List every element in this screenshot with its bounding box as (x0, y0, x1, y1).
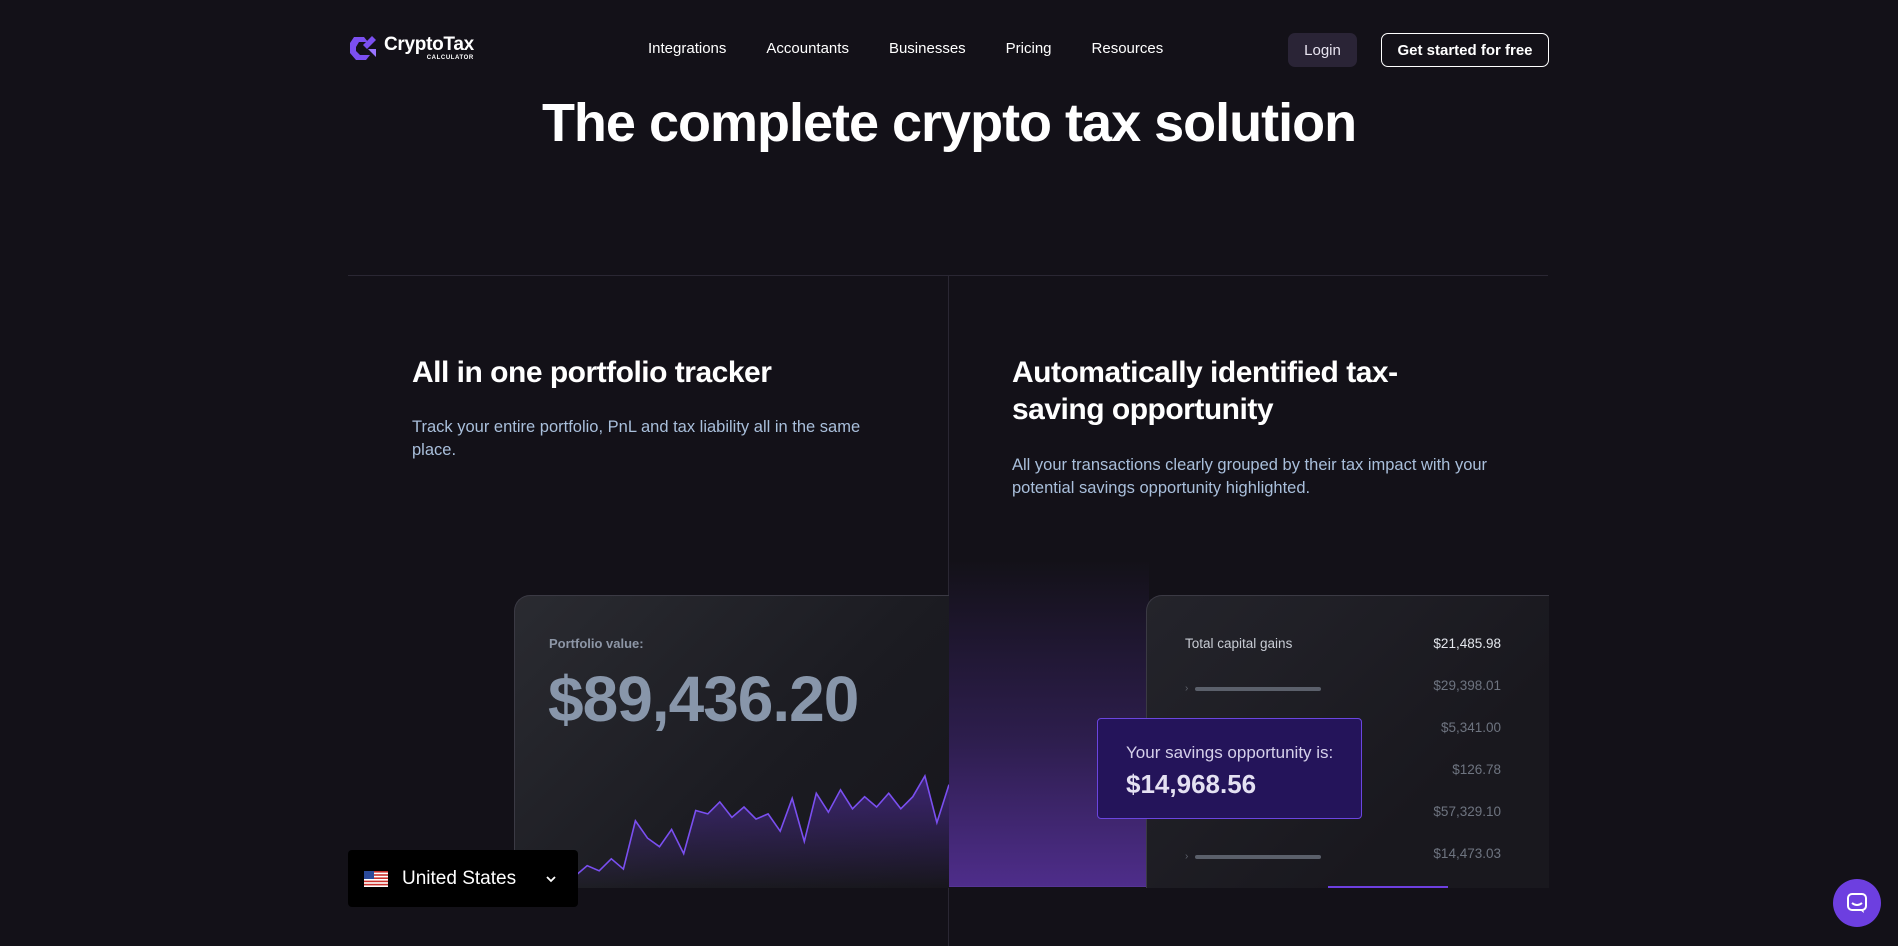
hero-title: The complete crypto tax solution (541, 93, 1357, 153)
country-name: United States (402, 868, 517, 889)
card-accent-line (1328, 886, 1448, 888)
nav-pricing[interactable]: Pricing (1006, 40, 1052, 57)
brand-subtitle: CALCULATOR (426, 55, 474, 61)
gain-row-value: $29,398.01 (1433, 678, 1501, 693)
feature-title-portfolio: All in one portfolio tracker (412, 356, 772, 389)
gain-row[interactable]: › $14,473.03 (1185, 846, 1501, 866)
main-menu: Integrations Accountants Businesses Pric… (648, 40, 1163, 57)
gain-row-bar: › (1185, 851, 1322, 862)
chat-launcher-button[interactable] (1833, 879, 1881, 927)
nav-businesses[interactable]: Businesses (889, 40, 966, 57)
portfolio-value: $89,436.20 (548, 663, 859, 735)
total-capital-gains-row: Total capital gains $21,485.98 (1185, 636, 1501, 656)
us-flag-icon (364, 871, 388, 887)
nav-accountants[interactable]: Accountants (766, 40, 849, 57)
portfolio-card: Portfolio value: $89,436.20 (514, 595, 949, 888)
brand-name: CryptoTax (384, 34, 474, 55)
gain-row-value: $57,329.10 (1433, 804, 1501, 819)
top-navigation: CryptoTax CALCULATOR Integrations Accoun… (0, 0, 1898, 100)
nav-integrations[interactable]: Integrations (648, 40, 726, 57)
gain-row-bar: › (1185, 683, 1322, 694)
chevron-down-icon (546, 876, 556, 883)
gain-row-value: $14,473.03 (1433, 846, 1501, 861)
country-selector[interactable]: United States (348, 850, 578, 907)
login-button[interactable]: Login (1288, 33, 1357, 67)
chevron-right-icon: › (1185, 851, 1189, 862)
feature-desc-portfolio: Track your entire portfolio, PnL and tax… (412, 418, 861, 459)
gain-row-value: $5,341.00 (1440, 720, 1501, 735)
feature-title-savings: Automatically identified tax-saving oppo… (1012, 356, 1398, 426)
chevron-right-icon: › (1185, 683, 1189, 694)
portfolio-value-label: Portfolio value: (549, 636, 644, 651)
chat-icon (1847, 893, 1867, 913)
gain-row[interactable]: › $29,398.01 (1185, 678, 1501, 698)
feature-desc-savings: All your transactions clearly grouped by… (1012, 456, 1488, 497)
nav-resources[interactable]: Resources (1092, 40, 1164, 57)
logo-mark-icon (350, 36, 376, 60)
savings-label: Your savings opportunity is: (1126, 743, 1334, 762)
total-capital-gains-value: $21,485.98 (1433, 636, 1501, 651)
gain-row-value: $126.78 (1452, 762, 1501, 777)
logo[interactable]: CryptoTax CALCULATOR (348, 33, 474, 63)
portfolio-sparkline (550, 773, 949, 888)
savings-value: $14,968.56 (1126, 769, 1257, 799)
total-capital-gains-label: Total capital gains (1185, 636, 1293, 651)
savings-opportunity-card: Your savings opportunity is: $14,968.56 (1097, 718, 1362, 819)
get-started-button[interactable]: Get started for free (1381, 33, 1549, 67)
